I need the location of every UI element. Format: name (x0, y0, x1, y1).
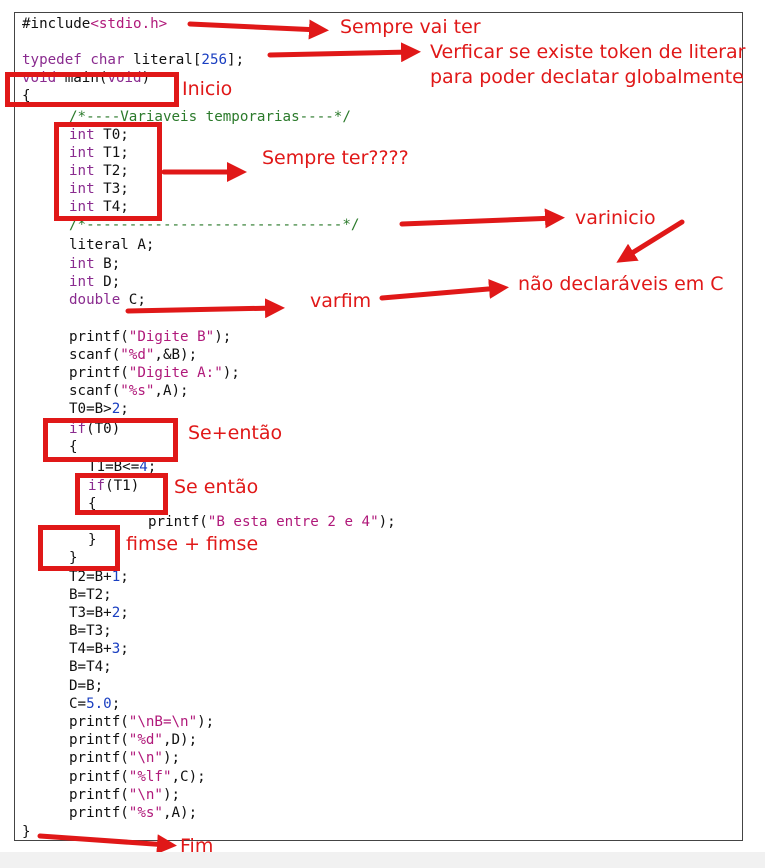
bottom-strip (0, 852, 765, 868)
annotation-nao-declaraveis: não declaráveis em C (518, 273, 724, 295)
arrow-typedef (267, 42, 421, 63)
arrow-varfim-left (125, 298, 285, 319)
arrow-varinicio (399, 208, 565, 229)
annotation-varfim: varfim (310, 290, 372, 312)
annotation-varinicio: varinicio (575, 207, 656, 229)
arrow-varfim-right (379, 278, 509, 301)
annotation-arrows (37, 19, 685, 855)
annotation-fimse: fimse + fimse (126, 533, 259, 555)
annotation-inicio: Inicio (182, 78, 233, 100)
annotation-verificar-line2: para poder declatar globalmente (430, 66, 744, 88)
annotation-se-entao-plus: Se+então (188, 422, 283, 444)
annotation-verificar-line1: Verficar se existe token de literar (430, 41, 746, 63)
arrow-include (187, 19, 329, 40)
annotation-sempre-vai-ter: Sempre vai ter (340, 16, 481, 38)
annotation-se-entao: Se então (174, 476, 259, 498)
arrow-fim (37, 833, 177, 855)
annotation-sempre-ter: Sempre ter???? (262, 147, 409, 169)
